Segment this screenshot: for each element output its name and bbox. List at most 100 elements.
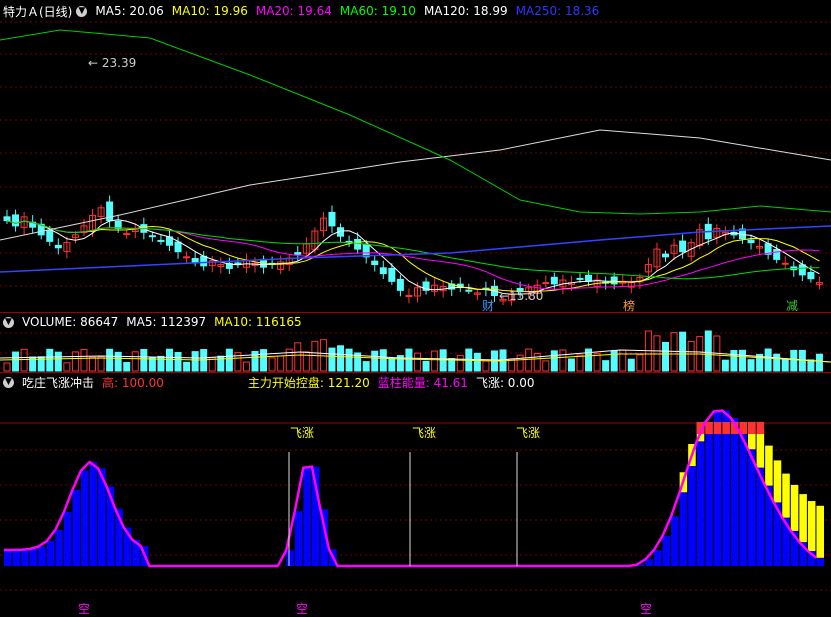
volume-bar bbox=[140, 348, 148, 372]
empty-tag: 空 bbox=[640, 602, 653, 616]
volume-bar bbox=[260, 349, 268, 372]
volume-bar bbox=[277, 355, 285, 372]
energy-bar bbox=[816, 557, 824, 566]
candle-body bbox=[54, 244, 62, 249]
marker-jian: 减 bbox=[786, 299, 799, 313]
energy-bar bbox=[748, 449, 756, 566]
fly-tag: 飞涨 bbox=[412, 426, 437, 440]
energy-bar bbox=[294, 511, 303, 566]
candle-body bbox=[465, 289, 473, 292]
candle-body bbox=[807, 272, 815, 280]
volume-bar bbox=[439, 349, 447, 372]
volume-bar bbox=[12, 351, 20, 372]
candle-body bbox=[379, 267, 387, 275]
energy-bar bbox=[696, 441, 705, 566]
energy-bar bbox=[739, 431, 748, 566]
volume-bar bbox=[550, 350, 558, 372]
candle-body bbox=[328, 211, 336, 227]
volume-bar bbox=[704, 330, 712, 372]
volume-bar bbox=[371, 350, 379, 372]
high-price-label: ← 23.39 bbox=[88, 56, 137, 70]
candle-body bbox=[610, 276, 618, 285]
volume-bar bbox=[242, 361, 250, 372]
volume-bar bbox=[337, 345, 345, 372]
volume-bar bbox=[790, 349, 798, 372]
volume-bar bbox=[533, 352, 541, 372]
volume-bar bbox=[165, 348, 173, 372]
candle-body bbox=[396, 278, 404, 291]
volume-bar bbox=[773, 353, 781, 372]
volume-bar bbox=[422, 360, 430, 372]
chart-canvas[interactable] bbox=[0, 0, 831, 616]
ma5-line bbox=[6, 219, 820, 295]
energy-bar bbox=[688, 466, 696, 566]
volume-bar bbox=[63, 362, 71, 372]
marker-cai: 财 bbox=[482, 299, 495, 313]
ma120-line bbox=[0, 129, 831, 241]
volume-bar bbox=[781, 359, 789, 372]
volume-bar bbox=[593, 353, 601, 372]
high-bar bbox=[756, 422, 765, 434]
volume-bar bbox=[388, 357, 396, 372]
control-bar bbox=[799, 494, 807, 543]
candle-body bbox=[773, 249, 781, 260]
volume-bar bbox=[106, 348, 114, 372]
volume-bar bbox=[764, 348, 772, 372]
energy-bar bbox=[671, 516, 679, 566]
candle-body bbox=[157, 239, 165, 242]
energy-bar bbox=[46, 541, 55, 566]
energy-bar bbox=[713, 411, 722, 566]
candle-body bbox=[46, 229, 54, 242]
energy-bar bbox=[4, 549, 12, 566]
volume-bar bbox=[482, 360, 490, 372]
volume-bar bbox=[345, 348, 353, 372]
volume-bar bbox=[268, 357, 276, 372]
control-bar bbox=[790, 484, 799, 531]
volume-bar bbox=[114, 351, 122, 372]
candle-body bbox=[576, 277, 584, 280]
control-bar bbox=[782, 473, 790, 518]
candle-body bbox=[585, 274, 593, 282]
volume-bar bbox=[71, 351, 79, 372]
volume-bar bbox=[123, 362, 131, 372]
volume-bar bbox=[191, 351, 199, 372]
low-price-label: ←15.80 bbox=[499, 289, 544, 303]
control-bar bbox=[816, 505, 824, 558]
volume-bar bbox=[738, 349, 746, 372]
energy-bar bbox=[38, 546, 46, 566]
energy-bar bbox=[72, 490, 80, 566]
ma20-line bbox=[6, 220, 820, 290]
energy-bar bbox=[80, 470, 89, 566]
energy-bar bbox=[645, 559, 653, 566]
volume-bar bbox=[721, 359, 729, 372]
candle-body bbox=[798, 264, 806, 276]
control-bar bbox=[765, 445, 773, 486]
volume-bar bbox=[456, 354, 464, 372]
volume-bar bbox=[174, 351, 182, 372]
candle-body bbox=[123, 233, 131, 236]
volume-bar bbox=[3, 362, 11, 372]
ma10-line bbox=[6, 220, 820, 293]
volume-bar bbox=[157, 355, 165, 372]
energy-bar bbox=[653, 550, 662, 566]
candle-body bbox=[747, 239, 755, 244]
volume-bar bbox=[687, 340, 695, 372]
energy-bar bbox=[63, 512, 72, 566]
energy-bar bbox=[730, 418, 739, 566]
energy-bar bbox=[679, 492, 688, 566]
empty-tag: 空 bbox=[296, 602, 309, 616]
candle-body bbox=[781, 262, 789, 265]
marker-bang: 榜 bbox=[623, 299, 636, 313]
control-bar bbox=[773, 460, 782, 503]
energy-bar bbox=[286, 550, 294, 566]
candle-body bbox=[294, 252, 302, 255]
candle-body bbox=[148, 235, 156, 238]
volume-bar bbox=[414, 352, 421, 372]
candle-body bbox=[388, 267, 396, 282]
volume-bar bbox=[89, 356, 97, 372]
volume-bar bbox=[730, 350, 738, 372]
volume-bar bbox=[225, 348, 233, 372]
high-bar bbox=[722, 422, 730, 434]
high-bar bbox=[705, 422, 713, 434]
energy-bar bbox=[21, 549, 29, 566]
